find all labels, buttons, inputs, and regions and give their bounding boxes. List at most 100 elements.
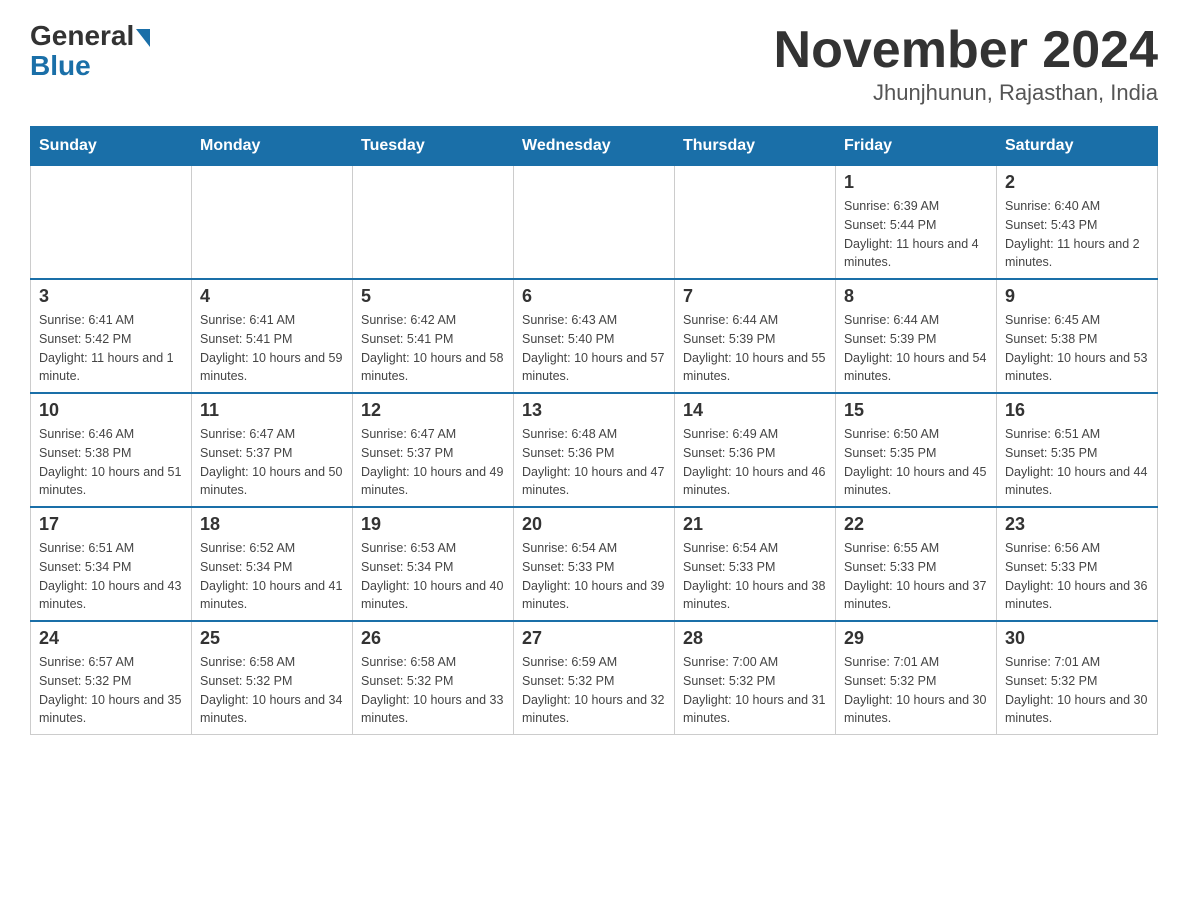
day-info: Sunrise: 6:54 AMSunset: 5:33 PMDaylight:… [683, 539, 827, 614]
logo-blue-text: Blue [30, 50, 91, 82]
calendar-cell: 28 Sunrise: 7:00 AMSunset: 5:32 PMDayligh… [675, 621, 836, 735]
calendar-week-row: 3 Sunrise: 6:41 AMSunset: 5:42 PMDaylight… [31, 279, 1158, 393]
calendar-table: SundayMondayTuesdayWednesdayThursdayFrid… [30, 126, 1158, 735]
day-info: Sunrise: 6:57 AMSunset: 5:32 PMDaylight:… [39, 653, 183, 728]
day-number: 19 [361, 514, 505, 535]
logo-arrow-icon [136, 29, 150, 47]
day-number: 15 [844, 400, 988, 421]
calendar-cell: 20Sunrise: 6:54 AMSunset: 5:33 PMDayligh… [514, 507, 675, 621]
day-info: Sunrise: 6:55 AMSunset: 5:33 PMDaylight:… [844, 539, 988, 614]
day-info: Sunrise: 6:54 AMSunset: 5:33 PMDaylight:… [522, 539, 666, 614]
calendar-cell: 15 Sunrise: 6:50 AMSunset: 5:35 PMDayligh… [836, 393, 997, 507]
calendar-cell: 4 Sunrise: 6:41 AMSunset: 5:41 PMDaylight… [192, 279, 353, 393]
calendar-cell: 14 Sunrise: 6:49 AMSunset: 5:36 PMDayligh… [675, 393, 836, 507]
calendar-cell: 25 Sunrise: 6:58 AMSunset: 5:32 PMDayligh… [192, 621, 353, 735]
day-number: 16 [1005, 400, 1149, 421]
day-number: 5 [361, 286, 505, 307]
weekday-header-wednesday: Wednesday [514, 127, 675, 166]
day-info: Sunrise: 6:43 AMSunset: 5:40 PMDaylight:… [522, 311, 666, 386]
calendar-week-row: 24 Sunrise: 6:57 AMSunset: 5:32 PMDayligh… [31, 621, 1158, 735]
day-info: Sunrise: 6:51 AMSunset: 5:34 PMDaylight:… [39, 539, 183, 614]
day-number: 6 [522, 286, 666, 307]
weekday-header-row: SundayMondayTuesdayWednesdayThursdayFrid… [31, 127, 1158, 166]
calendar-cell: 9 Sunrise: 6:45 AMSunset: 5:38 PMDaylight… [997, 279, 1158, 393]
location-subtitle: Jhunjhunun, Rajasthan, India [774, 80, 1158, 106]
calendar-cell [31, 166, 192, 280]
day-number: 10 [39, 400, 183, 421]
day-number: 14 [683, 400, 827, 421]
day-number: 13 [522, 400, 666, 421]
calendar-cell [353, 166, 514, 280]
day-number: 17 [39, 514, 183, 535]
day-number: 26 [361, 628, 505, 649]
calendar-cell: 6 Sunrise: 6:43 AMSunset: 5:40 PMDaylight… [514, 279, 675, 393]
calendar-cell: 19 Sunrise: 6:53 AMSunset: 5:34 PMDayligh… [353, 507, 514, 621]
day-info: Sunrise: 7:00 AMSunset: 5:32 PMDaylight:… [683, 653, 827, 728]
calendar-cell: 29Sunrise: 7:01 AMSunset: 5:32 PMDayligh… [836, 621, 997, 735]
calendar-cell: 24 Sunrise: 6:57 AMSunset: 5:32 PMDayligh… [31, 621, 192, 735]
calendar-cell: 21Sunrise: 6:54 AMSunset: 5:33 PMDayligh… [675, 507, 836, 621]
day-info: Sunrise: 6:45 AMSunset: 5:38 PMDaylight:… [1005, 311, 1149, 386]
day-info: Sunrise: 6:58 AMSunset: 5:32 PMDaylight:… [200, 653, 344, 728]
day-number: 27 [522, 628, 666, 649]
day-info: Sunrise: 6:53 AMSunset: 5:34 PMDaylight:… [361, 539, 505, 614]
day-number: 24 [39, 628, 183, 649]
day-info: Sunrise: 6:48 AMSunset: 5:36 PMDaylight:… [522, 425, 666, 500]
day-info: Sunrise: 6:42 AMSunset: 5:41 PMDaylight:… [361, 311, 505, 386]
day-number: 12 [361, 400, 505, 421]
calendar-cell: 1Sunrise: 6:39 AMSunset: 5:44 PMDaylight… [836, 166, 997, 280]
calendar-cell: 13 Sunrise: 6:48 AMSunset: 5:36 PMDayligh… [514, 393, 675, 507]
day-number: 11 [200, 400, 344, 421]
page-header: General Blue November 2024 Jhunjhunun, R… [30, 20, 1158, 106]
logo: General Blue [30, 20, 150, 82]
day-info: Sunrise: 6:41 AMSunset: 5:42 PMDaylight:… [39, 311, 183, 386]
calendar-cell: 16Sunrise: 6:51 AMSunset: 5:35 PMDayligh… [997, 393, 1158, 507]
day-info: Sunrise: 6:41 AMSunset: 5:41 PMDaylight:… [200, 311, 344, 386]
day-info: Sunrise: 6:56 AMSunset: 5:33 PMDaylight:… [1005, 539, 1149, 614]
weekday-header-monday: Monday [192, 127, 353, 166]
calendar-cell: 12 Sunrise: 6:47 AMSunset: 5:37 PMDayligh… [353, 393, 514, 507]
day-number: 7 [683, 286, 827, 307]
calendar-cell [192, 166, 353, 280]
calendar-cell: 5 Sunrise: 6:42 AMSunset: 5:41 PMDaylight… [353, 279, 514, 393]
calendar-cell: 17 Sunrise: 6:51 AMSunset: 5:34 PMDayligh… [31, 507, 192, 621]
day-number: 9 [1005, 286, 1149, 307]
weekday-header-saturday: Saturday [997, 127, 1158, 166]
day-info: Sunrise: 6:40 AMSunset: 5:43 PMDaylight:… [1005, 197, 1149, 272]
calendar-cell: 23Sunrise: 6:56 AMSunset: 5:33 PMDayligh… [997, 507, 1158, 621]
day-info: Sunrise: 6:47 AMSunset: 5:37 PMDaylight:… [361, 425, 505, 500]
calendar-cell: 18 Sunrise: 6:52 AMSunset: 5:34 PMDayligh… [192, 507, 353, 621]
day-info: Sunrise: 6:50 AMSunset: 5:35 PMDaylight:… [844, 425, 988, 500]
day-number: 8 [844, 286, 988, 307]
day-info: Sunrise: 6:49 AMSunset: 5:36 PMDaylight:… [683, 425, 827, 500]
day-info: Sunrise: 6:52 AMSunset: 5:34 PMDaylight:… [200, 539, 344, 614]
day-number: 28 [683, 628, 827, 649]
day-info: Sunrise: 6:44 AMSunset: 5:39 PMDaylight:… [683, 311, 827, 386]
title-section: November 2024 Jhunjhunun, Rajasthan, Ind… [774, 20, 1158, 106]
day-info: Sunrise: 6:46 AMSunset: 5:38 PMDaylight:… [39, 425, 183, 500]
logo-general-text: General [30, 20, 134, 52]
day-number: 3 [39, 286, 183, 307]
weekday-header-tuesday: Tuesday [353, 127, 514, 166]
day-info: Sunrise: 6:47 AMSunset: 5:37 PMDaylight:… [200, 425, 344, 500]
day-number: 2 [1005, 172, 1149, 193]
calendar-cell: 22 Sunrise: 6:55 AMSunset: 5:33 PMDayligh… [836, 507, 997, 621]
day-info: Sunrise: 6:44 AMSunset: 5:39 PMDaylight:… [844, 311, 988, 386]
calendar-week-row: 10 Sunrise: 6:46 AMSunset: 5:38 PMDayligh… [31, 393, 1158, 507]
calendar-cell: 3 Sunrise: 6:41 AMSunset: 5:42 PMDaylight… [31, 279, 192, 393]
calendar-cell: 8 Sunrise: 6:44 AMSunset: 5:39 PMDaylight… [836, 279, 997, 393]
calendar-cell: 7 Sunrise: 6:44 AMSunset: 5:39 PMDaylight… [675, 279, 836, 393]
calendar-cell: 30Sunrise: 7:01 AMSunset: 5:32 PMDayligh… [997, 621, 1158, 735]
day-info: Sunrise: 7:01 AMSunset: 5:32 PMDaylight:… [844, 653, 988, 728]
calendar-cell: 26Sunrise: 6:58 AMSunset: 5:32 PMDayligh… [353, 621, 514, 735]
calendar-cell: 2 Sunrise: 6:40 AMSunset: 5:43 PMDaylight… [997, 166, 1158, 280]
day-info: Sunrise: 6:59 AMSunset: 5:32 PMDaylight:… [522, 653, 666, 728]
calendar-cell: 10 Sunrise: 6:46 AMSunset: 5:38 PMDayligh… [31, 393, 192, 507]
day-number: 25 [200, 628, 344, 649]
day-number: 4 [200, 286, 344, 307]
day-number: 22 [844, 514, 988, 535]
weekday-header-sunday: Sunday [31, 127, 192, 166]
month-title: November 2024 [774, 20, 1158, 80]
weekday-header-thursday: Thursday [675, 127, 836, 166]
day-number: 18 [200, 514, 344, 535]
